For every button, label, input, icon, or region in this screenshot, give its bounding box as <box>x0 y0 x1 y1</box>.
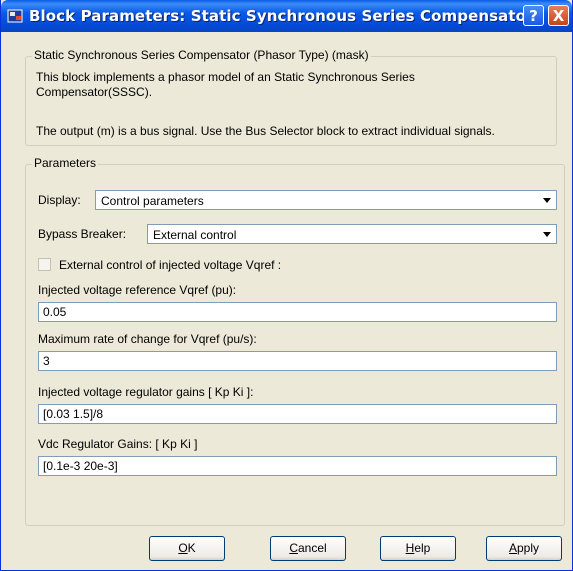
apply-mnemonic: A <box>508 541 517 555</box>
description-line-1: This block implements a phasor model of … <box>36 70 415 84</box>
external-control-label: External control of injected voltage Vqr… <box>59 258 282 272</box>
help-title-button[interactable]: ? <box>523 5 544 26</box>
dialog-window: Block Parameters: Static Synchronous Ser… <box>0 0 573 571</box>
bypass-breaker-dropdown[interactable]: External control <box>147 224 557 244</box>
title-bar[interactable]: Block Parameters: Static Synchronous Ser… <box>1 0 572 32</box>
regulator-gains-label: Injected voltage regulator gains [ Kp Ki… <box>38 385 254 399</box>
description-line-2: Compensator(SSSC). <box>36 85 153 99</box>
close-button[interactable]: X <box>548 5 569 26</box>
chevron-down-icon[interactable] <box>540 227 554 241</box>
question-mark-icon: ? <box>529 7 538 25</box>
bypass-breaker-label: Bypass Breaker: <box>38 227 127 241</box>
display-value: Control parameters <box>101 194 204 208</box>
parameters-legend: Parameters <box>32 156 99 170</box>
cancel-mnemonic: C <box>289 541 298 555</box>
mask-legend: Static Synchronous Series Compensator (P… <box>32 48 371 62</box>
display-label: Display: <box>38 193 81 207</box>
apply-button[interactable]: Apply <box>486 536 562 561</box>
ok-label-rest: K <box>187 541 196 555</box>
vdc-gains-input[interactable] <box>38 456 557 476</box>
cancel-button[interactable]: Cancel <box>270 536 346 561</box>
simulink-block-icon <box>7 9 23 23</box>
close-icon: X <box>552 7 565 25</box>
description-line-3: The output (m) is a bus signal. Use the … <box>36 124 495 138</box>
display-dropdown[interactable]: Control parameters <box>95 190 557 210</box>
chevron-down-icon[interactable] <box>540 193 554 207</box>
help-button[interactable]: Help <box>380 536 456 561</box>
bypass-breaker-value: External control <box>153 228 237 242</box>
max-rate-label: Maximum rate of change for Vqref (pu/s): <box>38 332 257 346</box>
regulator-gains-input[interactable] <box>38 404 557 424</box>
vdc-gains-label: Vdc Regulator Gains: [ Kp Ki ] <box>38 437 198 451</box>
window-title: Block Parameters: Static Synchronous Ser… <box>29 7 544 25</box>
ok-button[interactable]: OK <box>149 536 225 561</box>
ok-mnemonic: O <box>178 541 188 555</box>
max-rate-input[interactable] <box>38 351 557 371</box>
vqref-input[interactable] <box>38 302 557 322</box>
help-label-rest: elp <box>414 541 431 555</box>
vqref-label: Injected voltage reference Vqref (pu): <box>38 283 237 297</box>
external-control-checkbox[interactable] <box>38 258 51 271</box>
apply-label-rest: pply <box>517 541 540 555</box>
cancel-label-rest: ancel <box>297 541 327 555</box>
